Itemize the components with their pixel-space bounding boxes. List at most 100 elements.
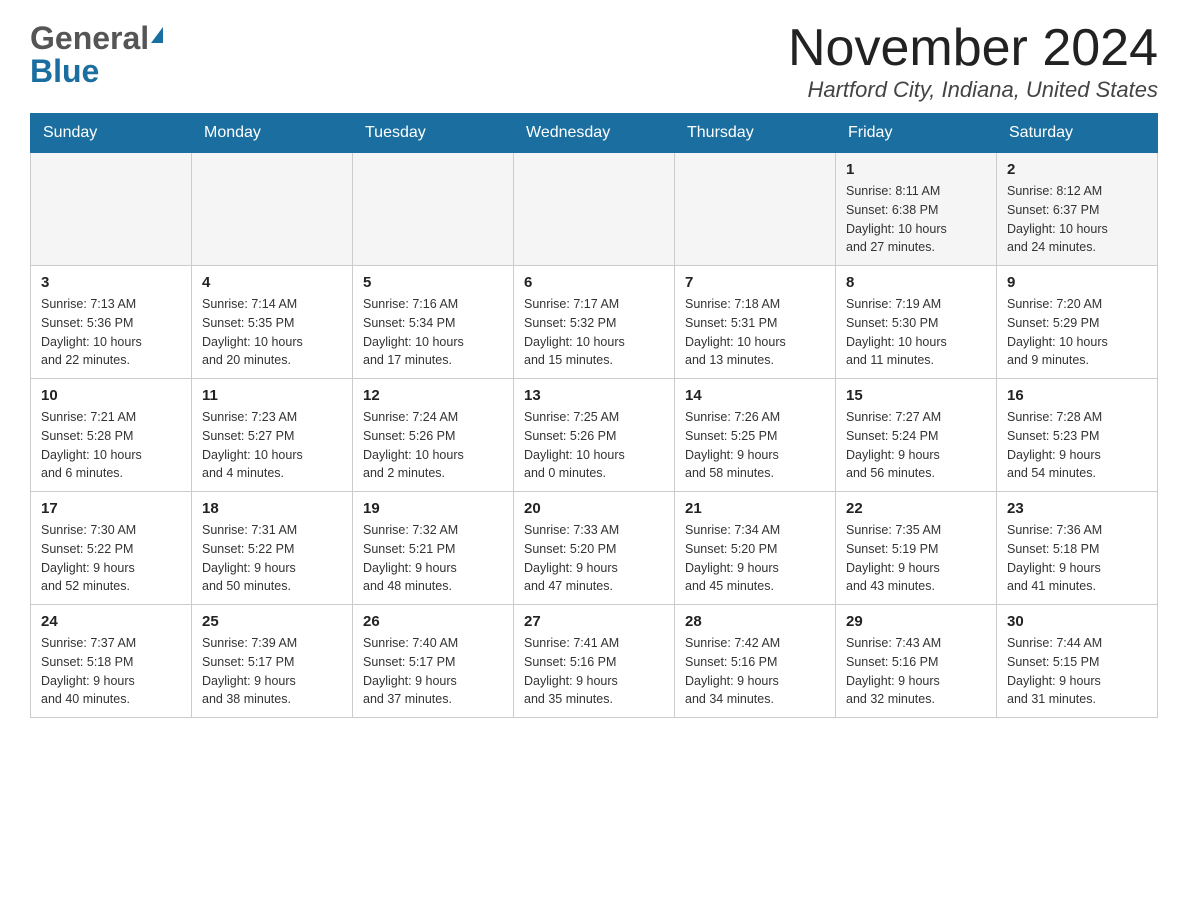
col-sunday: Sunday bbox=[31, 114, 192, 153]
day-info: Sunrise: 7:42 AMSunset: 5:16 PMDaylight:… bbox=[685, 634, 825, 709]
day-info: Sunrise: 7:13 AMSunset: 5:36 PMDaylight:… bbox=[41, 295, 181, 370]
day-info: Sunrise: 7:20 AMSunset: 5:29 PMDaylight:… bbox=[1007, 295, 1147, 370]
table-row bbox=[353, 153, 514, 266]
table-row bbox=[192, 153, 353, 266]
logo: General Blue bbox=[30, 20, 163, 90]
table-row: 11 Sunrise: 7:23 AMSunset: 5:27 PMDayligh… bbox=[192, 379, 353, 492]
calendar-week-row: 1 Sunrise: 8:11 AMSunset: 6:38 PMDaylight… bbox=[31, 153, 1158, 266]
day-number: 6 bbox=[524, 274, 664, 291]
table-row: 27Sunrise: 7:41 AMSunset: 5:16 PMDayligh… bbox=[514, 605, 675, 718]
calendar-week-row: 24 Sunrise: 7:37 AMSunset: 5:18 PMDayligh… bbox=[31, 605, 1158, 718]
table-row: 16 Sunrise: 7:28 AMSunset: 5:23 PMDayligh… bbox=[997, 379, 1158, 492]
table-row: 6 Sunrise: 7:17 AMSunset: 5:32 PMDaylight… bbox=[514, 266, 675, 379]
table-row: 5 Sunrise: 7:16 AMSunset: 5:34 PMDaylight… bbox=[353, 266, 514, 379]
day-number: 24 bbox=[41, 613, 181, 630]
calendar-table: Sunday Monday Tuesday Wednesday Thursday… bbox=[30, 113, 1158, 718]
day-info: Sunrise: 7:28 AMSunset: 5:23 PMDaylight:… bbox=[1007, 408, 1147, 483]
logo-blue: Blue bbox=[30, 53, 99, 90]
day-number: 14 bbox=[685, 387, 825, 404]
day-number: 19 bbox=[363, 500, 503, 517]
day-number: 23 bbox=[1007, 500, 1147, 517]
col-tuesday: Tuesday bbox=[353, 114, 514, 153]
page-header: General Blue November 2024 Hartford City… bbox=[30, 20, 1158, 103]
day-info: Sunrise: 7:30 AMSunset: 5:22 PMDaylight:… bbox=[41, 521, 181, 596]
col-wednesday: Wednesday bbox=[514, 114, 675, 153]
day-info: Sunrise: 7:21 AMSunset: 5:28 PMDaylight:… bbox=[41, 408, 181, 483]
table-row: 15 Sunrise: 7:27 AMSunset: 5:24 PMDayligh… bbox=[836, 379, 997, 492]
day-info: Sunrise: 7:31 AMSunset: 5:22 PMDaylight:… bbox=[202, 521, 342, 596]
col-friday: Friday bbox=[836, 114, 997, 153]
day-info: Sunrise: 7:23 AMSunset: 5:27 PMDaylight:… bbox=[202, 408, 342, 483]
table-row: 29Sunrise: 7:43 AMSunset: 5:16 PMDayligh… bbox=[836, 605, 997, 718]
day-info: Sunrise: 7:17 AMSunset: 5:32 PMDaylight:… bbox=[524, 295, 664, 370]
col-thursday: Thursday bbox=[675, 114, 836, 153]
day-info: Sunrise: 7:16 AMSunset: 5:34 PMDaylight:… bbox=[363, 295, 503, 370]
day-number: 21 bbox=[685, 500, 825, 517]
calendar-week-row: 17Sunrise: 7:30 AMSunset: 5:22 PMDayligh… bbox=[31, 492, 1158, 605]
day-number: 3 bbox=[41, 274, 181, 291]
day-info: Sunrise: 7:27 AMSunset: 5:24 PMDaylight:… bbox=[846, 408, 986, 483]
table-row: 21 Sunrise: 7:34 AMSunset: 5:20 PMDayligh… bbox=[675, 492, 836, 605]
table-row bbox=[675, 153, 836, 266]
table-row: 17Sunrise: 7:30 AMSunset: 5:22 PMDayligh… bbox=[31, 492, 192, 605]
day-number: 1 bbox=[846, 161, 986, 178]
table-row bbox=[514, 153, 675, 266]
col-monday: Monday bbox=[192, 114, 353, 153]
title-section: November 2024 Hartford City, Indiana, Un… bbox=[788, 20, 1158, 103]
day-info: Sunrise: 7:18 AMSunset: 5:31 PMDaylight:… bbox=[685, 295, 825, 370]
month-title: November 2024 bbox=[788, 20, 1158, 77]
day-number: 15 bbox=[846, 387, 986, 404]
day-number: 2 bbox=[1007, 161, 1147, 178]
day-info: Sunrise: 7:14 AMSunset: 5:35 PMDaylight:… bbox=[202, 295, 342, 370]
day-info: Sunrise: 7:32 AMSunset: 5:21 PMDaylight:… bbox=[363, 521, 503, 596]
calendar-week-row: 3 Sunrise: 7:13 AMSunset: 5:36 PMDaylight… bbox=[31, 266, 1158, 379]
day-number: 16 bbox=[1007, 387, 1147, 404]
table-row: 13Sunrise: 7:25 AMSunset: 5:26 PMDayligh… bbox=[514, 379, 675, 492]
day-info: Sunrise: 7:25 AMSunset: 5:26 PMDaylight:… bbox=[524, 408, 664, 483]
day-info: Sunrise: 7:26 AMSunset: 5:25 PMDaylight:… bbox=[685, 408, 825, 483]
day-number: 27 bbox=[524, 613, 664, 630]
day-number: 7 bbox=[685, 274, 825, 291]
table-row: 24 Sunrise: 7:37 AMSunset: 5:18 PMDayligh… bbox=[31, 605, 192, 718]
day-info: Sunrise: 7:43 AMSunset: 5:16 PMDaylight:… bbox=[846, 634, 986, 709]
day-info: Sunrise: 8:12 AMSunset: 6:37 PMDaylight:… bbox=[1007, 182, 1147, 257]
day-info: Sunrise: 8:11 AMSunset: 6:38 PMDaylight:… bbox=[846, 182, 986, 257]
day-number: 4 bbox=[202, 274, 342, 291]
table-row: 8 Sunrise: 7:19 AMSunset: 5:30 PMDaylight… bbox=[836, 266, 997, 379]
day-number: 28 bbox=[685, 613, 825, 630]
calendar-header-row: Sunday Monday Tuesday Wednesday Thursday… bbox=[31, 114, 1158, 153]
day-number: 8 bbox=[846, 274, 986, 291]
table-row: 18 Sunrise: 7:31 AMSunset: 5:22 PMDayligh… bbox=[192, 492, 353, 605]
day-number: 22 bbox=[846, 500, 986, 517]
day-number: 11 bbox=[202, 387, 342, 404]
day-info: Sunrise: 7:37 AMSunset: 5:18 PMDaylight:… bbox=[41, 634, 181, 709]
table-row: 23 Sunrise: 7:36 AMSunset: 5:18 PMDayligh… bbox=[997, 492, 1158, 605]
day-info: Sunrise: 7:24 AMSunset: 5:26 PMDaylight:… bbox=[363, 408, 503, 483]
day-number: 18 bbox=[202, 500, 342, 517]
day-number: 12 bbox=[363, 387, 503, 404]
table-row: 26Sunrise: 7:40 AMSunset: 5:17 PMDayligh… bbox=[353, 605, 514, 718]
table-row: 20 Sunrise: 7:33 AMSunset: 5:20 PMDayligh… bbox=[514, 492, 675, 605]
day-info: Sunrise: 7:34 AMSunset: 5:20 PMDaylight:… bbox=[685, 521, 825, 596]
day-number: 30 bbox=[1007, 613, 1147, 630]
day-info: Sunrise: 7:36 AMSunset: 5:18 PMDaylight:… bbox=[1007, 521, 1147, 596]
table-row: 30Sunrise: 7:44 AMSunset: 5:15 PMDayligh… bbox=[997, 605, 1158, 718]
day-number: 9 bbox=[1007, 274, 1147, 291]
calendar-week-row: 10Sunrise: 7:21 AMSunset: 5:28 PMDayligh… bbox=[31, 379, 1158, 492]
table-row: 4 Sunrise: 7:14 AMSunset: 5:35 PMDaylight… bbox=[192, 266, 353, 379]
table-row: 22 Sunrise: 7:35 AMSunset: 5:19 PMDayligh… bbox=[836, 492, 997, 605]
table-row: 10Sunrise: 7:21 AMSunset: 5:28 PMDayligh… bbox=[31, 379, 192, 492]
day-number: 25 bbox=[202, 613, 342, 630]
day-info: Sunrise: 7:35 AMSunset: 5:19 PMDaylight:… bbox=[846, 521, 986, 596]
day-info: Sunrise: 7:19 AMSunset: 5:30 PMDaylight:… bbox=[846, 295, 986, 370]
day-info: Sunrise: 7:39 AMSunset: 5:17 PMDaylight:… bbox=[202, 634, 342, 709]
day-number: 20 bbox=[524, 500, 664, 517]
day-number: 26 bbox=[363, 613, 503, 630]
table-row: 9 Sunrise: 7:20 AMSunset: 5:29 PMDaylight… bbox=[997, 266, 1158, 379]
logo-arrow-icon bbox=[151, 27, 163, 43]
day-info: Sunrise: 7:33 AMSunset: 5:20 PMDaylight:… bbox=[524, 521, 664, 596]
table-row: 12 Sunrise: 7:24 AMSunset: 5:26 PMDayligh… bbox=[353, 379, 514, 492]
day-number: 5 bbox=[363, 274, 503, 291]
table-row: 7 Sunrise: 7:18 AMSunset: 5:31 PMDaylight… bbox=[675, 266, 836, 379]
table-row: 1 Sunrise: 8:11 AMSunset: 6:38 PMDaylight… bbox=[836, 153, 997, 266]
